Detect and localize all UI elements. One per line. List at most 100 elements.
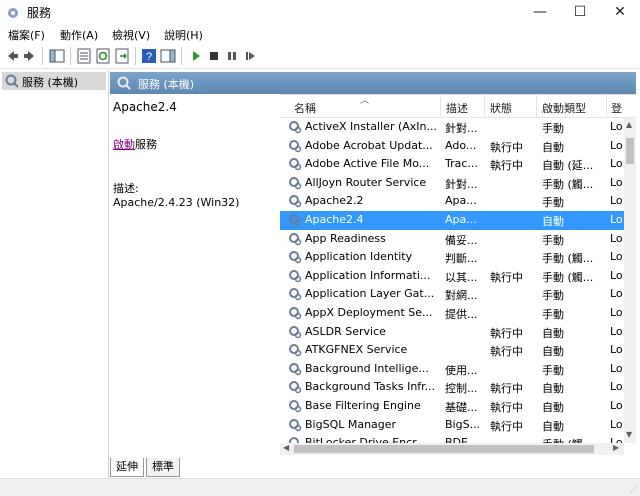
- scroll-right-icon[interactable]: ▶: [613, 443, 619, 452]
- service-name: ActiveX Installer (AxIn...: [305, 120, 437, 133]
- column-header-logon[interactable]: 登: [611, 100, 622, 116]
- scroll-down-icon[interactable]: ▼: [626, 430, 632, 439]
- column-header-description[interactable]: 描述: [446, 100, 468, 116]
- service-description: 控制...: [445, 382, 478, 396]
- stop-icon[interactable]: [206, 48, 222, 64]
- service-name: Adobe Acrobat Updat...: [305, 138, 433, 152]
- service-name: Apache2.2: [305, 194, 364, 208]
- column-header-startup-type[interactable]: 啟動類型: [542, 100, 586, 116]
- service-gear-icon: [289, 195, 302, 208]
- service-gear-icon: [289, 381, 302, 394]
- table-row[interactable]: Background Intellige... 使用... 手動 Lo: [280, 360, 624, 379]
- service-startup-type: 手動: [542, 122, 564, 135]
- properties-icon[interactable]: [76, 48, 92, 64]
- resize-grip-icon[interactable]: ⋰: [630, 485, 638, 494]
- tab-extended[interactable]: 延伸: [110, 458, 144, 477]
- service-description: 針對...: [445, 122, 478, 135]
- scrollbar-thumb[interactable]: [294, 445, 594, 453]
- menu-view[interactable]: 檢視(V): [112, 27, 150, 43]
- service-logon: Lo: [610, 212, 623, 226]
- table-row[interactable]: Application Identity 判斷... 手動 (觸... Lo: [280, 248, 624, 267]
- table-row[interactable]: Apache2.2 Apa... 手動 Lo: [280, 192, 624, 211]
- column-divider[interactable]: [484, 95, 485, 117]
- table-row[interactable]: App Readiness 備妥... 手動 Lo: [280, 230, 624, 249]
- toolbar-separator: [135, 47, 136, 65]
- selected-service-title: Apache2.4: [113, 100, 177, 114]
- service-logon: Lo: [610, 380, 623, 394]
- table-row[interactable]: Application Informati... 以其... 執行中 手動 (觸...…: [280, 267, 624, 286]
- export-icon[interactable]: [114, 48, 130, 64]
- status-bar: ⋰: [0, 478, 640, 496]
- column-divider[interactable]: [440, 95, 441, 117]
- menu-help[interactable]: 說明(H): [164, 27, 203, 43]
- tree-item-services-local[interactable]: 服務 (本機): [2, 72, 106, 90]
- table-row[interactable]: ATKGFNEX Service 執行中 自動 Lo: [280, 341, 624, 360]
- table-row[interactable]: Apache2.4 Apa... 自動 Lo: [280, 210, 624, 230]
- forward-icon[interactable]: [22, 48, 38, 64]
- service-action-suffix: 服務: [135, 138, 157, 151]
- maximize-button[interactable]: ☐: [560, 0, 600, 24]
- sort-ascending-icon: ︿: [360, 96, 370, 106]
- table-row[interactable]: BitLocker Drive Encr... BDE... 手動 (觸... Lo: [280, 434, 624, 443]
- column-divider[interactable]: [536, 95, 537, 117]
- horizontal-scrollbar[interactable]: ◀ ▶: [280, 443, 624, 455]
- minimize-button[interactable]: —: [520, 0, 560, 24]
- column-header-name[interactable]: 名稱: [294, 100, 316, 116]
- service-gear-icon: [289, 232, 302, 245]
- service-description: 對網...: [445, 289, 478, 303]
- back-icon[interactable]: [4, 48, 20, 64]
- description-label: 描述:: [113, 182, 139, 195]
- service-gear-icon: [289, 437, 299, 443]
- tree-item-label: 服務 (本機): [22, 76, 79, 89]
- table-row[interactable]: Adobe Active File Mo... Trac... 執行中 自動 (延..…: [280, 155, 624, 174]
- service-logon: Lo: [610, 361, 623, 375]
- restart-icon[interactable]: [242, 48, 258, 64]
- service-name: AllJoyn Router Service: [305, 175, 427, 189]
- table-row[interactable]: BigSQL Manager BigS... 執行中 自動 Lo: [280, 416, 624, 435]
- service-name: App Readiness: [305, 231, 386, 245]
- service-logon: Lo: [610, 343, 623, 357]
- column-divider[interactable]: [606, 95, 607, 117]
- service-startup-type: 自動: [542, 345, 564, 359]
- help-icon[interactable]: ?: [141, 48, 157, 64]
- service-description: 判斷...: [445, 252, 478, 266]
- table-row[interactable]: AllJoyn Router Service 針對... 手動 (觸... Lo: [280, 174, 624, 193]
- scroll-up-icon[interactable]: ▲: [626, 120, 632, 129]
- service-logon: Lo: [610, 175, 623, 189]
- table-row[interactable]: Application Layer Gat... 對網... 手動 Lo: [280, 285, 624, 304]
- refresh-icon[interactable]: [95, 48, 111, 64]
- services-icon: [5, 74, 19, 88]
- pause-icon[interactable]: [224, 48, 240, 64]
- service-action: 啟動服務: [113, 136, 157, 152]
- menu-file[interactable]: 檔案(F): [8, 27, 45, 43]
- close-button[interactable]: ✕: [600, 0, 640, 24]
- window-title: 服務: [27, 6, 52, 20]
- panel-header: 服務 (本機): [110, 72, 636, 94]
- column-header-status[interactable]: 狀態: [490, 100, 512, 116]
- service-gear-icon: [289, 306, 302, 320]
- table-row[interactable]: Base Filtering Engine 基礎... 執行中 自動 Lo: [280, 397, 624, 416]
- service-logon: Lo: [610, 324, 623, 338]
- service-gear-icon: [289, 176, 302, 190]
- service-status: 執行中: [490, 382, 523, 396]
- table-row[interactable]: ASLDR Service 執行中 自動 Lo: [280, 323, 624, 342]
- play-icon[interactable]: [188, 48, 204, 64]
- vertical-scrollbar[interactable]: ▲ ▼: [624, 118, 636, 443]
- scrollbar-thumb[interactable]: [626, 138, 634, 164]
- show-hide-action-icon[interactable]: [160, 48, 176, 64]
- table-row[interactable]: Adobe Acrobat Updat... Ado... 執行中 自動 Lo: [280, 137, 624, 156]
- service-logon: Lo: [610, 120, 623, 133]
- table-row[interactable]: AppX Deployment Se... 提供... 手動 Lo: [280, 304, 624, 323]
- service-logon: Lo: [610, 250, 623, 264]
- tab-standard[interactable]: 標準: [146, 458, 180, 477]
- scroll-left-icon[interactable]: ◀: [283, 443, 289, 452]
- service-logon: Lo: [610, 287, 623, 301]
- toolbar-separator: [181, 47, 182, 65]
- start-service-link[interactable]: 啟動: [113, 138, 135, 151]
- table-row[interactable]: Background Tasks Infr... 控制... 執行中 自動 Lo: [280, 378, 624, 397]
- table-row[interactable]: ActiveX Installer (AxIn... 針對... 手動 Lo: [280, 118, 624, 137]
- menu-action[interactable]: 動作(A): [60, 27, 98, 43]
- services-icon: [117, 76, 131, 90]
- show-hide-tree-icon[interactable]: [49, 48, 65, 64]
- service-name: Adobe Active File Mo...: [305, 157, 430, 171]
